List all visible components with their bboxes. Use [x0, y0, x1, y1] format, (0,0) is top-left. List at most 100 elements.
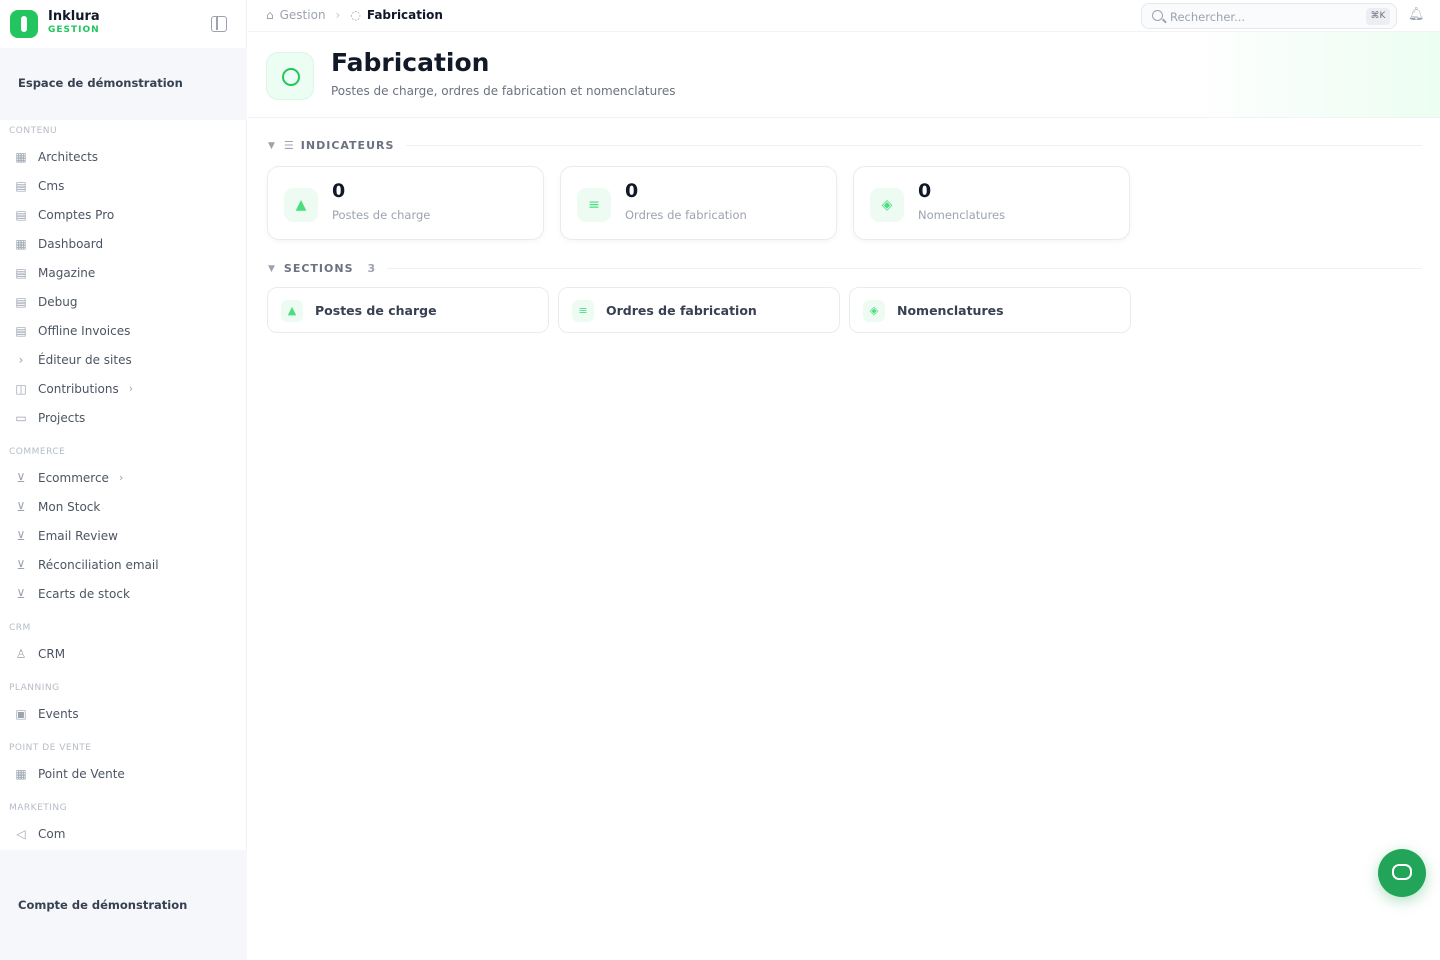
cart-icon: ⊻: [16, 557, 26, 572]
page-header: Fabrication Postes de charge, ordres de …: [248, 32, 1440, 118]
sidebar-item-mon-stock[interactable]: ⊻ Mon Stock: [0, 492, 247, 521]
chat-bubble-icon: [1392, 864, 1412, 880]
sidebar-item-events[interactable]: ▣ Events: [0, 699, 247, 728]
section-card[interactable]: ≡ Ordres de fabrication: [558, 287, 840, 333]
chat-button[interactable]: [1378, 849, 1426, 897]
sidebar-item-label: Offline Invoices: [38, 323, 131, 338]
sidebar-item-label: Email Review: [38, 528, 118, 543]
account-switcher[interactable]: Compte de démonstration: [0, 850, 247, 960]
kpi-value: 0: [625, 180, 639, 202]
brand[interactable]: Inklura GESTION: [0, 0, 247, 48]
chevron-right-icon[interactable]: ›: [119, 471, 123, 484]
factory-icon: [266, 52, 314, 100]
account-name: Compte de démonstration: [18, 898, 188, 912]
sidebar-item-label: Réconciliation email: [38, 557, 159, 572]
document-icon: ▤: [15, 294, 27, 309]
app-root: Inklura GESTION Espace de démonstration …: [0, 0, 1440, 960]
sidebar-item-label: Debug: [38, 294, 78, 309]
cart-icon: ⊻: [16, 499, 26, 514]
kpi-icon-tile: ≡: [577, 188, 611, 222]
kpi-card: ≡ 0 Ordres de fabrication: [560, 166, 837, 240]
breadcrumb-item-current: Fabrication: [366, 8, 443, 22]
brand-logo-icon: [10, 10, 38, 38]
workspace-name: Espace de démonstration: [18, 76, 183, 90]
divider: [406, 145, 1422, 146]
section-card-label: Ordres de fabrication: [606, 303, 757, 318]
sidebar-item-contributions[interactable]: ◫ Contributions ›: [0, 374, 247, 403]
store-icon: ▦: [15, 766, 27, 781]
sidebar-item-label: Ecommerce: [38, 470, 109, 485]
list-icon: ≡: [588, 197, 600, 213]
sidebar-item-email-review[interactable]: ⊻ Email Review: [0, 521, 247, 550]
chevron-right-icon[interactable]: ›: [129, 382, 133, 395]
section-card[interactable]: ▲ Postes de charge: [267, 287, 549, 333]
sidebar-item-label: Cms: [38, 178, 65, 193]
kpi-label: Postes de charge: [332, 208, 431, 222]
search-box[interactable]: ⌘K: [1141, 3, 1397, 29]
kpi-label: Ordres de fabrication: [625, 208, 747, 222]
breadcrumb-item-gestion[interactable]: Gestion: [280, 8, 326, 22]
sidebar-item-label: Contributions: [38, 381, 119, 396]
chevron-down-icon[interactable]: ▼: [268, 264, 275, 274]
sidebar-item-com[interactable]: ◁ Com: [0, 819, 247, 848]
indicators-section-header[interactable]: ▼ ☰ INDICATEURS: [268, 139, 1422, 152]
sidebar-item-magazine[interactable]: ▤ Magazine: [0, 258, 247, 287]
sidebar-item-label: Dashboard: [38, 236, 104, 251]
sidebar-item-debug[interactable]: ▤ Debug: [0, 287, 247, 316]
topbar: ⌂ Gestion › ◌ Fabrication ⌘K 🔔︎: [248, 0, 1440, 32]
kpi-value: 0: [332, 180, 346, 202]
brand-name: Inklura: [48, 9, 100, 24]
sidebar-item-projects[interactable]: ▭ Projects: [0, 403, 247, 432]
cart-icon: ⊻: [16, 586, 26, 601]
calendar-icon: ▣: [15, 706, 27, 721]
sidebar-item-r-conciliation-email[interactable]: ⊻ Réconciliation email: [0, 550, 247, 579]
nav-section-label: CRM: [9, 623, 31, 633]
sidebar-item-comptes-pro[interactable]: ▤ Comptes Pro: [0, 200, 247, 229]
kpi-label: Nomenclatures: [918, 208, 1006, 222]
list-icon: ≡: [572, 300, 594, 322]
sidebar-item-label: Events: [38, 706, 79, 721]
sidebar-item--diteur-de-sites[interactable]: › Éditeur de sites: [0, 345, 247, 374]
sidebar-item-crm[interactable]: ♙ CRM: [0, 639, 247, 668]
sidebar-item-ecommerce[interactable]: ⊻ Ecommerce ›: [0, 463, 247, 492]
indicators-label: INDICATEURS: [300, 139, 395, 152]
grid-icon: ▦: [15, 236, 27, 251]
sidebar-item-ecarts-de-stock[interactable]: ⊻ Ecarts de stock: [0, 579, 247, 608]
header-decoration: [1188, 32, 1440, 117]
sidebar-item-label: CRM: [38, 646, 66, 661]
sidebar-item-point-de-vente[interactable]: ▦ Point de Vente: [0, 759, 247, 788]
sidebar-item-cms[interactable]: ▤ Cms: [0, 171, 247, 200]
sidebar-collapse-icon[interactable]: [211, 16, 227, 32]
sidebar-item-label: Architects: [38, 149, 99, 164]
brand-subtitle: GESTION: [48, 25, 100, 35]
newspaper-icon: ▤: [15, 265, 27, 280]
page-subtitle: Postes de charge, ordres de fabrication …: [331, 84, 676, 98]
home-icon[interactable]: ⌂: [266, 8, 274, 22]
bell-icon[interactable]: 🔔︎: [1408, 8, 1425, 22]
sections-label: SECTIONS: [283, 262, 354, 275]
search-icon: [1152, 10, 1163, 21]
chevron-down-icon[interactable]: ▼: [268, 141, 275, 151]
sidebar-item-label: Comptes Pro: [38, 207, 115, 222]
nav-section-label: CONTENU: [9, 126, 58, 136]
kpi-value: 0: [918, 180, 932, 202]
sidebar-item-offline-invoices[interactable]: ▤ Offline Invoices: [0, 316, 247, 345]
page-title: Fabrication: [331, 48, 490, 77]
search-input[interactable]: [1170, 8, 1350, 25]
section-card[interactable]: ◈ Nomenclatures: [849, 287, 1131, 333]
sidebar-item-architects[interactable]: ▦ Architects: [0, 142, 247, 171]
sidebar-item-label: Ecarts de stock: [38, 586, 130, 601]
cart-icon: ⊻: [16, 528, 26, 543]
factory-icon: ▲: [281, 300, 303, 322]
megaphone-icon: ◁: [16, 826, 26, 841]
factory-icon: ▲: [295, 197, 307, 213]
sidebar-item-label: Mon Stock: [38, 499, 101, 514]
list-icon: ☰: [283, 139, 294, 152]
kpi-card: ▲ 0 Postes de charge: [267, 166, 544, 240]
cart-icon: ⊻: [16, 470, 26, 485]
sections-section-header[interactable]: ▼ SECTIONS 3: [268, 262, 1422, 275]
sidebar-nav: CONTENU ▦ Architects ▤ Cms ▤ Comptes Pro ▦ Dashb…: [0, 120, 247, 848]
workspace-switcher[interactable]: Espace de démonstration: [0, 48, 247, 120]
nav-section-label: PLANNING: [9, 683, 60, 693]
sidebar-item-dashboard[interactable]: ▦ Dashboard: [0, 229, 247, 258]
